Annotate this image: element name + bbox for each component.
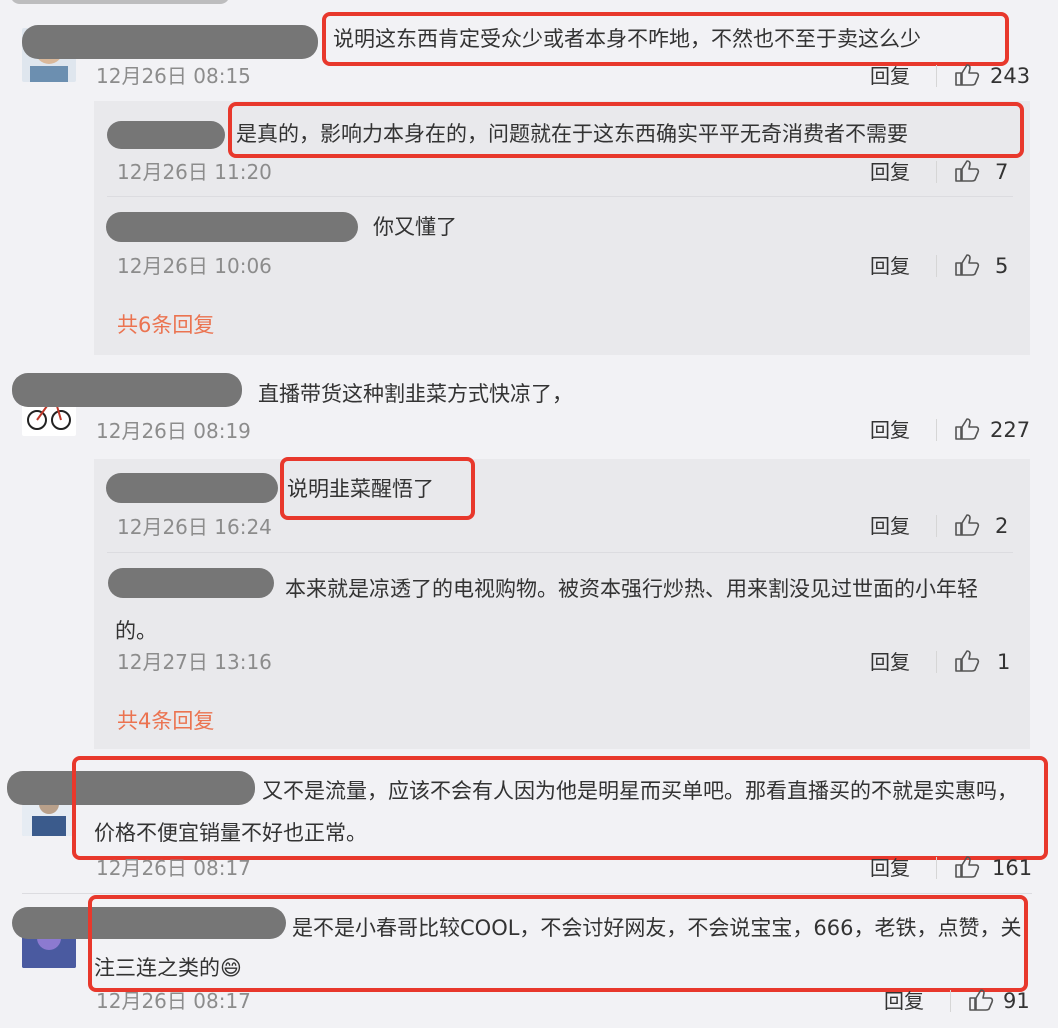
separator bbox=[936, 65, 937, 87]
separator bbox=[936, 419, 937, 441]
reply-date: 12月27日 13:16 bbox=[117, 650, 272, 674]
thumbs-up-icon[interactable] bbox=[954, 253, 980, 277]
username-blurred[interactable] bbox=[107, 121, 225, 149]
like-count: 7 bbox=[995, 160, 1009, 184]
comment-date: 12月26日 08:17 bbox=[96, 856, 251, 880]
thumbs-up-icon[interactable] bbox=[954, 855, 980, 879]
comment-date: 12月26日 08:17 bbox=[96, 989, 251, 1013]
highlight-box bbox=[228, 102, 1024, 158]
username-blurred[interactable] bbox=[106, 473, 278, 503]
comment-text: 直播带货这种割韭菜方式快凉了， bbox=[258, 382, 573, 406]
thumbs-up-icon[interactable] bbox=[968, 988, 994, 1012]
like-count: 91 bbox=[1003, 989, 1030, 1013]
reply-button[interactable]: 回复 bbox=[870, 159, 910, 185]
reply-text: 本来就是凉透了的电视购物。被资本强行炒热、用来割没见过世面的小年轻的。 bbox=[115, 568, 1015, 652]
username-blurred[interactable] bbox=[22, 25, 318, 59]
like-count: 1 bbox=[997, 650, 1011, 674]
like-count: 5 bbox=[995, 254, 1009, 278]
reply-date: 12月26日 16:24 bbox=[117, 515, 272, 539]
more-replies-link[interactable]: 共4条回复 bbox=[117, 707, 214, 735]
divider bbox=[107, 196, 1013, 197]
reply-button[interactable]: 回复 bbox=[870, 513, 910, 539]
like-count: 161 bbox=[992, 856, 1033, 880]
partial-header-row bbox=[10, 0, 230, 4]
like-count: 227 bbox=[990, 418, 1031, 442]
thumbs-up-icon[interactable] bbox=[954, 159, 980, 183]
username-blurred[interactable] bbox=[12, 373, 242, 407]
like-count: 243 bbox=[990, 64, 1031, 88]
username-blurred[interactable] bbox=[106, 212, 358, 242]
reply-text: 你又懂了 bbox=[373, 215, 457, 239]
reply-button[interactable]: 回复 bbox=[870, 63, 910, 89]
reply-date: 12月26日 11:20 bbox=[117, 160, 272, 184]
like-count: 2 bbox=[995, 514, 1009, 538]
reply-button[interactable]: 回复 bbox=[870, 855, 910, 881]
thumbs-up-icon[interactable] bbox=[954, 513, 980, 537]
divider bbox=[22, 893, 1032, 894]
highlight-box bbox=[322, 12, 1009, 66]
reply-button[interactable]: 回复 bbox=[870, 649, 910, 675]
separator bbox=[936, 651, 937, 673]
thumbs-up-icon[interactable] bbox=[954, 649, 980, 673]
separator bbox=[936, 255, 937, 277]
highlight-box bbox=[72, 756, 1048, 860]
reply-button[interactable]: 回复 bbox=[870, 253, 910, 279]
comment-date: 12月26日 08:19 bbox=[96, 419, 251, 443]
separator bbox=[950, 990, 951, 1012]
divider bbox=[107, 552, 1013, 553]
thumbs-up-icon[interactable] bbox=[954, 417, 980, 441]
highlight-box bbox=[280, 457, 475, 520]
highlight-box bbox=[88, 895, 1028, 992]
reply-date: 12月26日 10:06 bbox=[117, 254, 272, 278]
reply-button[interactable]: 回复 bbox=[884, 988, 924, 1014]
reply-button[interactable]: 回复 bbox=[870, 417, 910, 443]
thumbs-up-icon[interactable] bbox=[954, 63, 980, 87]
separator bbox=[936, 857, 937, 879]
comment-date: 12月26日 08:15 bbox=[96, 64, 251, 88]
separator bbox=[936, 161, 937, 183]
reply-text-content: 本来就是凉透了的电视购物。被资本强行炒热、用来割没见过世面的小年轻的。 bbox=[115, 577, 978, 643]
separator bbox=[936, 515, 937, 537]
more-replies-link[interactable]: 共6条回复 bbox=[117, 311, 214, 339]
